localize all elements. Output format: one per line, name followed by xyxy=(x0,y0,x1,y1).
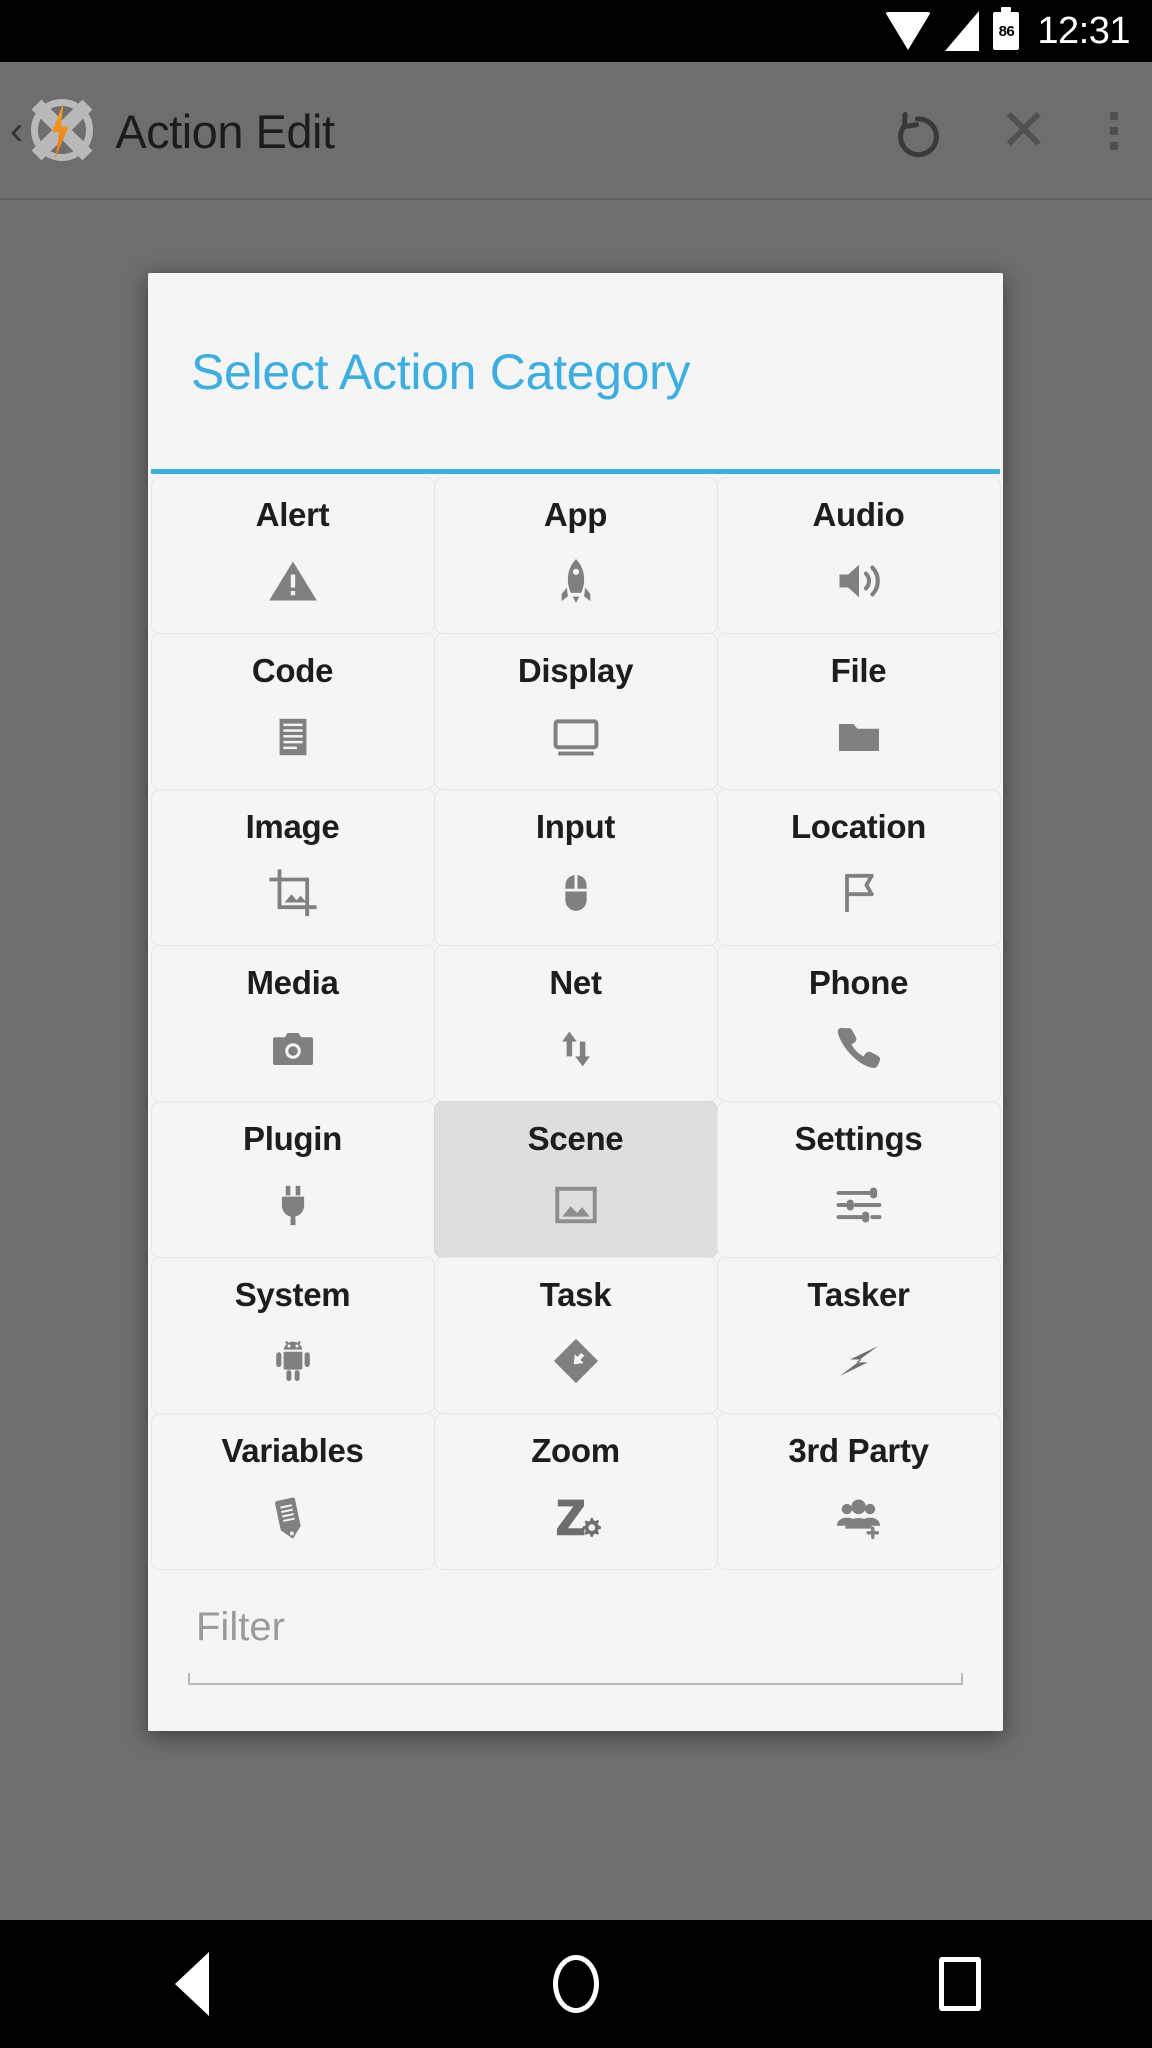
category-label: Task xyxy=(539,1275,612,1313)
category-cell-file[interactable]: File xyxy=(716,632,1001,790)
status-bar: 86 12:31 xyxy=(0,0,1152,62)
nav-home-button[interactable] xyxy=(384,1955,768,2013)
category-label: Code xyxy=(251,651,334,689)
up-navigation-icon[interactable]: ‹ xyxy=(10,111,23,151)
category-label: System xyxy=(234,1275,351,1313)
category-label: 3rd Party xyxy=(788,1431,929,1469)
navigation-bar xyxy=(0,1920,1152,2048)
wifi-icon xyxy=(885,12,932,50)
crop-image-icon xyxy=(265,865,321,921)
category-cell-3rd-party[interactable]: 3rd Party xyxy=(716,1412,1001,1570)
category-cell-zoom[interactable]: Zoom xyxy=(433,1412,718,1570)
tasker-logo-icon xyxy=(25,95,97,167)
category-cell-display[interactable]: Display xyxy=(433,632,718,790)
camera-icon xyxy=(265,1021,321,1077)
category-cell-location[interactable]: Location xyxy=(716,788,1001,946)
category-label: File xyxy=(830,651,887,689)
category-label: Scene xyxy=(527,1119,624,1157)
category-label: Audio xyxy=(812,495,905,533)
status-bar-clock: 12:31 xyxy=(1037,9,1130,52)
category-label: Variables xyxy=(221,1431,364,1469)
category-cell-plugin[interactable]: Plugin xyxy=(150,1100,435,1258)
power-plug-icon xyxy=(265,1177,321,1233)
category-cell-settings[interactable]: Settings xyxy=(716,1100,1001,1258)
nav-recents-button[interactable] xyxy=(768,1957,1152,2011)
flag-icon xyxy=(831,865,887,921)
category-grid: Alert App Audio Code Display File Image Input Lo… xyxy=(148,474,1003,1570)
nav-back-button[interactable] xyxy=(0,1952,384,2016)
picture-frame-icon xyxy=(548,1177,604,1233)
category-cell-code[interactable]: Code xyxy=(150,632,435,790)
filter-input[interactable]: Filter xyxy=(188,1607,963,1685)
up-down-arrows-icon xyxy=(548,1021,604,1077)
back-triangle-icon xyxy=(175,1952,209,2016)
category-cell-tasker[interactable]: Tasker xyxy=(716,1256,1001,1414)
category-label: Display xyxy=(517,651,634,689)
category-cell-image[interactable]: Image xyxy=(150,788,435,946)
folder-icon xyxy=(831,709,887,765)
category-cell-variables[interactable]: Variables xyxy=(150,1412,435,1570)
action-bar-buttons: ✕ xyxy=(887,101,1152,160)
mouse-icon xyxy=(548,865,604,921)
dialog-title: Select Action Category xyxy=(191,344,691,400)
diamond-arrow-icon xyxy=(548,1333,604,1389)
category-cell-media[interactable]: Media xyxy=(150,944,435,1102)
filter-underline xyxy=(188,1673,963,1685)
android-screen: 86 12:31 ‹ Action Edit ✕ Select Action C… xyxy=(0,0,1152,2048)
rocket-icon xyxy=(548,553,604,609)
close-icon[interactable]: ✕ xyxy=(999,101,1048,158)
category-label: Location xyxy=(790,807,927,845)
category-label: Alert xyxy=(255,495,330,533)
android-robot-icon xyxy=(265,1333,321,1389)
category-label: Settings xyxy=(794,1119,923,1157)
category-label: Media xyxy=(246,963,339,1001)
category-cell-audio[interactable]: Audio xyxy=(716,476,1001,634)
document-lines-icon xyxy=(265,709,321,765)
category-cell-task[interactable]: Task xyxy=(433,1256,718,1414)
signal-icon xyxy=(945,11,980,51)
people-add-icon xyxy=(831,1489,887,1545)
category-label: Image xyxy=(245,807,340,845)
z-gear-icon xyxy=(548,1489,604,1545)
category-label: Tasker xyxy=(807,1275,910,1313)
category-cell-net[interactable]: Net xyxy=(433,944,718,1102)
warning-triangle-icon xyxy=(265,553,321,609)
monitor-icon xyxy=(548,709,604,765)
sliders-tune-icon xyxy=(831,1177,887,1233)
lightning-bolt-icon xyxy=(831,1333,887,1389)
speaker-volume-icon xyxy=(831,553,887,609)
undo-icon[interactable] xyxy=(887,102,945,160)
category-label: Input xyxy=(535,807,616,845)
category-label: Plugin xyxy=(242,1119,343,1157)
home-circle-icon xyxy=(553,1955,599,2013)
category-cell-scene[interactable]: Scene xyxy=(433,1100,718,1258)
recents-square-icon xyxy=(939,1957,981,2011)
battery-level: 86 xyxy=(998,22,1015,40)
page-title: Action Edit xyxy=(115,104,335,158)
category-cell-alert[interactable]: Alert xyxy=(150,476,435,634)
action-bar: ‹ Action Edit ✕ xyxy=(0,62,1152,200)
pencil-icon xyxy=(265,1489,321,1545)
overflow-menu-icon[interactable] xyxy=(1102,108,1126,154)
phone-handset-icon xyxy=(831,1021,887,1077)
category-label: App xyxy=(543,495,608,533)
category-cell-phone[interactable]: Phone xyxy=(716,944,1001,1102)
category-cell-system[interactable]: System xyxy=(150,1256,435,1414)
category-cell-input[interactable]: Input xyxy=(433,788,718,946)
select-action-category-dialog: Select Action Category Alert App Audio Code… xyxy=(148,273,1003,1731)
filter-placeholder: Filter xyxy=(196,1605,285,1649)
filter-container: Filter xyxy=(148,1569,1003,1731)
category-label: Zoom xyxy=(531,1431,620,1469)
category-label: Phone xyxy=(808,963,909,1001)
category-label: Net xyxy=(549,963,602,1001)
category-cell-app[interactable]: App xyxy=(433,476,718,634)
battery-icon: 86 xyxy=(993,7,1020,50)
